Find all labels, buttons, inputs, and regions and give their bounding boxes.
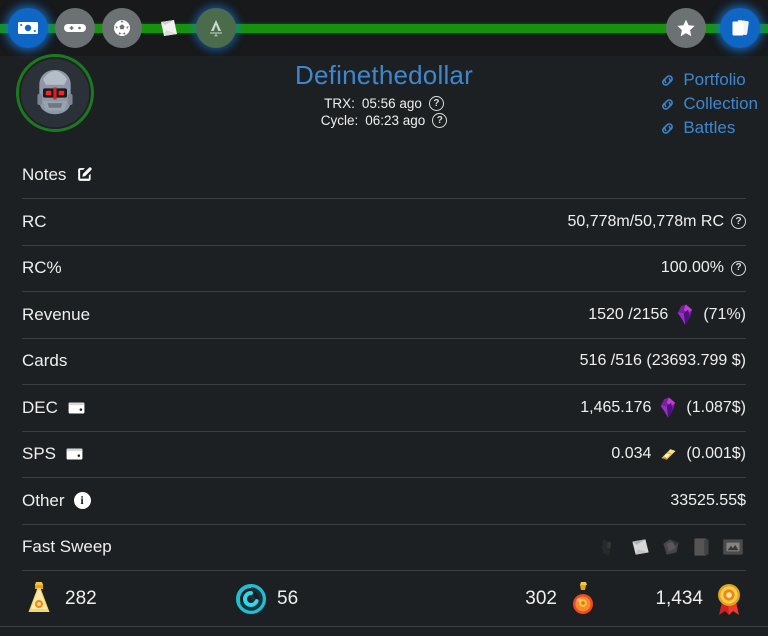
row-label-text: RC [22, 211, 47, 231]
row-label-text: Revenue [22, 304, 91, 324]
cards-icon [732, 19, 749, 36]
help-icon[interactable]: ? [428, 96, 444, 111]
help-icon[interactable]: ? [731, 214, 746, 230]
account-name: Definethedollar [295, 60, 473, 90]
nav-money-button[interactable] [8, 8, 48, 48]
row-label-text: Cards [22, 351, 68, 371]
star-icon [677, 19, 695, 37]
row-dec: DEC 1,465.176 (1.087$) [22, 385, 746, 432]
cycle-row: Cycle: 06:23 ago ? [0, 113, 768, 128]
link-label: Battles [683, 118, 736, 137]
help-icon[interactable]: ? [731, 260, 746, 276]
nav-alpha-button[interactable] [196, 8, 236, 48]
sps-bolt-icon [661, 449, 676, 460]
link-collection[interactable]: Collection [659, 94, 758, 114]
edit-icon[interactable] [75, 165, 94, 184]
row-value-text: 33525.55$ [670, 491, 746, 509]
row-label-text: DEC [22, 397, 58, 417]
money-icon [18, 22, 38, 34]
row-value-text: 0.034 [611, 445, 652, 463]
resource-value: 1,434 [655, 587, 703, 609]
trx-value: 05:56 ago [361, 96, 422, 111]
merit-spiral-icon [236, 583, 266, 614]
scroll-icon [161, 20, 177, 36]
stone-icon[interactable] [658, 534, 684, 560]
link-battles[interactable]: Battles [659, 118, 758, 138]
row-sps: SPS 0.034 (0.001$) [22, 432, 746, 478]
row-rc-percent: RC% 100.00% ? [22, 246, 746, 292]
row-revenue: Revenue 1520 /2156 (71%) [22, 292, 746, 339]
wallet-icon[interactable] [65, 446, 84, 462]
resource-legendary-potion[interactable]: 282 [22, 580, 234, 618]
row-label-text: RC% [22, 258, 62, 278]
row-value-suffix: (71%) [703, 305, 746, 323]
gamepad-icon [64, 24, 86, 32]
row-value-text: 1,465.176 [580, 398, 652, 416]
cycle-value: 06:23 ago [365, 113, 426, 128]
link-portfolio[interactable]: Portfolio [659, 70, 758, 90]
nav-favorites-button[interactable] [666, 8, 706, 48]
resource-value: 56 [277, 587, 299, 609]
stats-list: Notes RC 50,778m/50,778m RC ? RC% 100.00… [0, 151, 768, 571]
help-icon[interactable]: ? [432, 113, 448, 128]
link-label: Collection [683, 94, 758, 113]
nav-games-button[interactable] [55, 8, 95, 48]
glove-icon[interactable] [596, 534, 622, 560]
row-value-suffix: (1.087$) [686, 398, 746, 416]
link-icon [662, 74, 674, 86]
row-cards: Cards 516 /516 (23693.799 $) [22, 339, 746, 385]
trx-row: TRX: 05:56 ago ? [0, 96, 768, 111]
frame-icon[interactable] [720, 534, 746, 560]
account-dashboard: Definethedollar TRX: 05:56 ago ? Cycle: … [0, 0, 768, 636]
legendary-potion-icon [28, 581, 50, 612]
row-label-text: SPS [22, 444, 57, 464]
wallet-icon[interactable] [67, 400, 86, 416]
top-nav-bar [0, 0, 768, 56]
dec-crystal-icon [677, 304, 693, 325]
resource-merits[interactable]: 56 [234, 580, 430, 618]
row-value-text: 516 /516 (23693.799 $) [579, 352, 746, 370]
link-label: Portfolio [683, 70, 746, 89]
row-value-text: 50,778m/50,778m RC [567, 212, 724, 230]
row-notes[interactable]: Notes [22, 151, 746, 199]
row-label-text: Other [22, 490, 65, 510]
book-icon[interactable] [689, 534, 715, 560]
link-icon [662, 122, 674, 134]
nav-cards-button[interactable] [720, 8, 760, 48]
row-value-suffix: (0.001$) [686, 445, 746, 463]
resource-value: 302 [525, 587, 557, 609]
row-label-text: Notes [22, 164, 67, 184]
resource-alchemy-potion[interactable]: 302 [430, 580, 600, 618]
row-other: Other i 33525.55$ [22, 478, 746, 525]
info-icon[interactable]: i [73, 492, 91, 510]
glint-medal-icon [718, 583, 740, 615]
row-fast-sweep: Fast Sweep [22, 525, 746, 571]
link-icon [662, 98, 674, 110]
resource-value: 282 [65, 587, 97, 609]
dec-crystal-icon [661, 397, 676, 418]
alpha-emblem-icon [210, 20, 222, 37]
alchemy-potion-icon [573, 581, 593, 614]
resource-glint[interactable]: 1,434 [600, 580, 746, 618]
row-value-text: 100.00% [660, 259, 724, 277]
resource-strip: 282 56 302 1,434 [0, 571, 768, 627]
trx-label: TRX: [324, 96, 355, 111]
soccer-ball-icon [114, 20, 130, 36]
nav-scroll-button[interactable] [149, 8, 189, 48]
profile-links: Portfolio Collection Battles [659, 70, 758, 142]
cycle-label: Cycle: [320, 113, 359, 128]
row-rc: RC 50,778m/50,778m RC ? [22, 199, 746, 246]
profile-header: Definethedollar TRX: 05:56 ago ? Cycle: … [0, 54, 768, 151]
nav-sports-button[interactable] [102, 8, 142, 48]
row-value-text: 1520 /2156 [588, 305, 669, 323]
scroll-icon[interactable] [627, 534, 653, 560]
row-label-text: Fast Sweep [22, 537, 112, 557]
